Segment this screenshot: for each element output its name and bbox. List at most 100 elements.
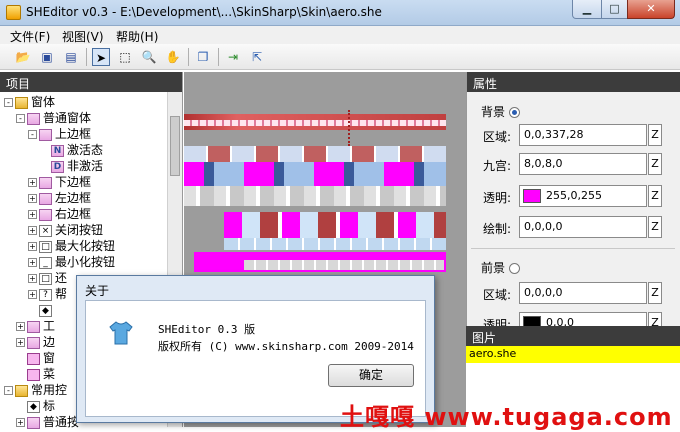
tree-item-label: 常用控 [31, 383, 68, 397]
expander-icon[interactable]: + [28, 178, 37, 187]
menu-help[interactable]: 帮助(H) [116, 28, 158, 45]
tree-item-label: 最大化按钮 [55, 239, 116, 253]
expander-icon[interactable]: - [16, 114, 25, 123]
background-radio[interactable] [509, 107, 521, 118]
image-list-item[interactable]: aero.she [466, 346, 680, 363]
skin-strip [184, 162, 446, 186]
tree-item[interactable]: + □ 最大化按钮 [0, 238, 182, 254]
prop-row-draw: 绘制: 0,0,0,0 Z [483, 216, 663, 238]
tree-item[interactable]: + _ 最小化按钮 [0, 254, 182, 270]
window-icon [27, 336, 40, 349]
image-icon [27, 352, 40, 365]
pointer-icon[interactable]: ➤ [92, 48, 110, 66]
expander-icon[interactable]: + [28, 274, 37, 283]
expander-icon[interactable]: + [28, 194, 37, 203]
node-icon: □ [39, 272, 52, 285]
transparent-z-button[interactable]: Z [648, 185, 662, 207]
ninegrid-z-button[interactable]: Z [648, 153, 662, 175]
app-icon [6, 5, 21, 20]
tree-item-label: 激活态 [67, 143, 104, 157]
tree-item[interactable]: - 上边框 [0, 126, 182, 142]
expander-icon[interactable]: - [4, 98, 13, 107]
menu-file[interactable]: 文件(F) [10, 28, 50, 45]
prop-row-fg-region: 区域: 0,0,0,0 Z [483, 282, 663, 304]
tree-item[interactable]: N 激活态 [0, 142, 182, 158]
tree-item[interactable]: D 非激活 [0, 158, 182, 174]
import-icon[interactable]: ⇥ [224, 48, 242, 66]
window-icon [39, 176, 52, 189]
region-z-button[interactable]: Z [648, 124, 662, 146]
tree-item[interactable]: + × 关闭按钮 [0, 222, 182, 238]
state-icon: N [51, 144, 64, 157]
expander-icon[interactable]: + [28, 290, 37, 299]
fg-region-z-button[interactable]: Z [648, 282, 662, 304]
title-bar: SHEditor v0.3 - E:\Development\...\SkinS… [0, 0, 680, 26]
window-icon [27, 112, 40, 125]
expander-icon[interactable]: + [16, 338, 25, 347]
ninegrid-field[interactable]: 8,0,8,0 [519, 153, 647, 175]
select-rect-icon[interactable]: ⬚ [116, 48, 134, 66]
tree-item-label: 最小化按钮 [55, 255, 116, 269]
node-icon: × [39, 224, 52, 237]
menu-view[interactable]: 视图(V) [62, 28, 104, 45]
scrollbar-thumb[interactable] [170, 116, 180, 176]
toolbar: 📂 ▣ ▤ ➤ ⬚ 🔍 ✋ ❐ ⇥ ⇱ [0, 44, 680, 70]
tree-item[interactable]: + 左边框 [0, 190, 182, 206]
window-icon [39, 128, 52, 141]
expander-icon[interactable]: + [28, 226, 37, 235]
tree-item-label: 菜 [43, 367, 56, 381]
tree-item-label: 右边框 [55, 207, 92, 221]
close-button[interactable]: ✕ [627, 0, 675, 19]
draw-field[interactable]: 0,0,0,0 [519, 216, 647, 238]
tree-item[interactable]: + 右边框 [0, 206, 182, 222]
expander-icon[interactable]: - [4, 386, 13, 395]
color-swatch[interactable] [523, 189, 541, 203]
skin-strip [244, 260, 444, 270]
skin-strip [184, 186, 446, 206]
image-icon [27, 368, 40, 381]
toolbar-separator [218, 48, 219, 66]
tree-item-label: 还 [55, 271, 68, 285]
node-icon: _ [39, 256, 52, 269]
expander-icon[interactable]: + [28, 210, 37, 219]
tree-item-label: 关闭按钮 [55, 223, 104, 237]
export-icon[interactable]: ⇱ [248, 48, 266, 66]
open-icon[interactable]: 📂 [14, 48, 32, 66]
region-field[interactable]: 0,0,337,28 [519, 124, 647, 146]
expander-icon[interactable]: + [16, 322, 25, 331]
expander-icon[interactable]: - [28, 130, 37, 139]
fg-region-field[interactable]: 0,0,0,0 [519, 282, 647, 304]
tree-item-label: 工 [43, 319, 56, 333]
state-icon: D [51, 160, 64, 173]
maximize-button[interactable]: □ [601, 0, 628, 19]
prop-row-transparent: 透明: 255,0,255 Z [483, 185, 663, 207]
tshirt-icon [108, 320, 134, 346]
tree-item[interactable]: + 下边框 [0, 174, 182, 190]
save-icon[interactable]: ▣ [38, 48, 56, 66]
ok-button[interactable]: 确定 [328, 364, 414, 387]
toolbar-separator [188, 48, 189, 66]
draw-z-button[interactable]: Z [648, 216, 662, 238]
window-title: SHEditor v0.3 - E:\Development\...\SkinS… [26, 5, 382, 19]
expander-icon[interactable]: + [28, 258, 37, 267]
selection-handle[interactable] [348, 110, 353, 146]
dialog-line-2: 版权所有 (C) www.skinsharp.com 2009-2014 [158, 340, 414, 353]
skin-strip [224, 212, 446, 238]
zoom-icon[interactable]: 🔍 [140, 48, 158, 66]
foreground-radio[interactable] [509, 263, 521, 274]
save-all-icon[interactable]: ▤ [62, 48, 80, 66]
images-panel-title: 图片 [466, 326, 680, 346]
tree-item-label: 边 [43, 335, 56, 349]
window-icon[interactable]: ❐ [194, 48, 212, 66]
prop-row-region: 区域: 0,0,337,28 Z [483, 124, 663, 146]
tree-item[interactable]: - 窗体 [0, 94, 182, 110]
tree-item-label: 普通窗体 [43, 111, 92, 125]
tree-item[interactable]: - 普通窗体 [0, 110, 182, 126]
expander-icon[interactable]: + [16, 418, 25, 427]
node-icon: ? [39, 288, 52, 301]
skin-strip [184, 146, 446, 162]
hand-icon[interactable]: ✋ [164, 48, 182, 66]
background-section-label: 背景 [481, 103, 521, 120]
minimize-button[interactable]: ▁ [572, 0, 602, 19]
expander-icon[interactable]: + [28, 242, 37, 251]
